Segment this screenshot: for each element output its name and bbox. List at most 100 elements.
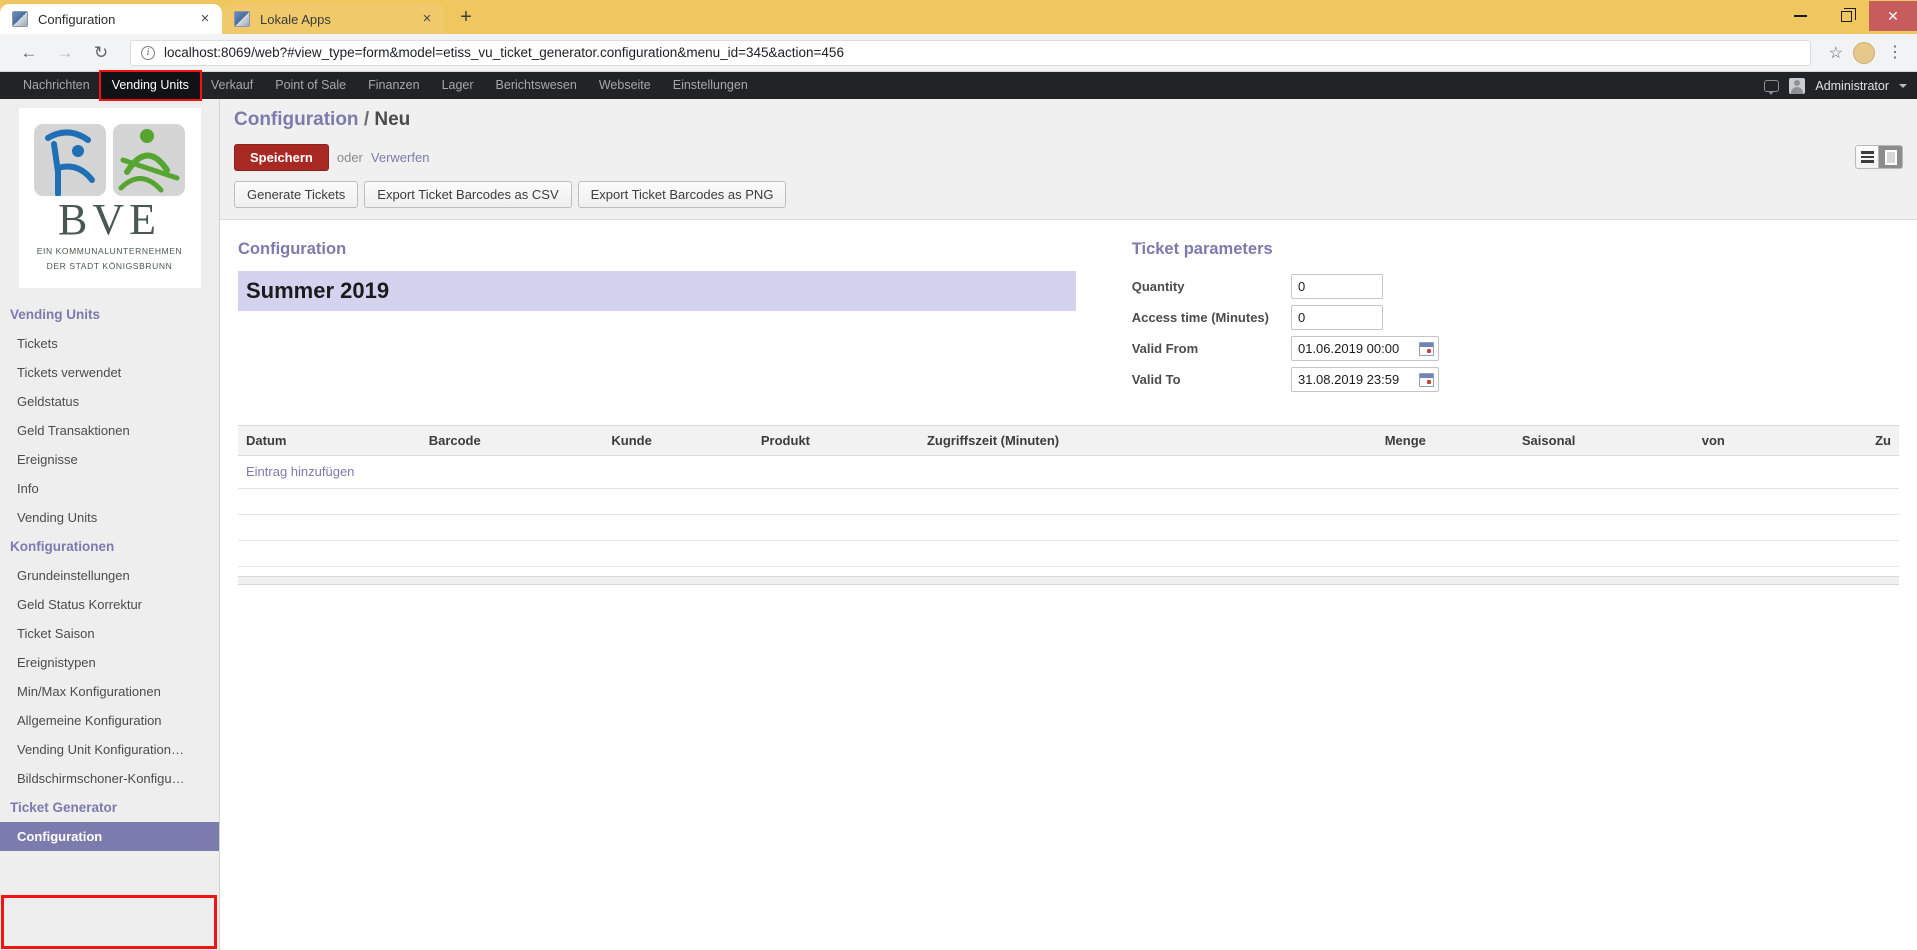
save-button[interactable]: Speichern	[234, 144, 329, 171]
tickets-table-body: Eintrag hinzufügen	[238, 455, 1899, 567]
column-header-zu[interactable]: Zu	[1732, 425, 1899, 456]
add-record-row[interactable]: Eintrag hinzufügen	[238, 455, 1899, 489]
profile-avatar-icon[interactable]	[1853, 41, 1875, 64]
label-quantity: Quantity	[1131, 279, 1185, 294]
sidebar-item-vending-units[interactable]: Vending Units	[0, 503, 219, 532]
list-icon	[1860, 151, 1874, 163]
maximize-button[interactable]	[1823, 0, 1869, 32]
configuration-section-title: Configuration	[238, 240, 347, 258]
minimize-button[interactable]	[1777, 0, 1823, 32]
tickets-table-head: Datum Barcode Kunde Produkt Zugriffszeit…	[238, 425, 1899, 456]
topnav-item-lager[interactable]: Lager	[431, 72, 485, 99]
sidebar-item-bildschirmschoner-konfiguration[interactable]: Bildschirmschoner-Konfigu…	[0, 764, 219, 793]
sidebar-item-vending-unit-konfiguration[interactable]: Vending Unit Konfiguration…	[0, 735, 219, 764]
calendar-icon[interactable]	[1418, 341, 1434, 356]
browser-toolbar: ← → ↻ i localhost:8069/web?#view_type=fo…	[0, 34, 1917, 72]
messaging-icon[interactable]	[1764, 79, 1780, 95]
close-window-button[interactable]: ✕	[1869, 1, 1917, 31]
column-header-produkt[interactable]: Produkt	[752, 425, 919, 456]
label-valid-to: Valid To	[1131, 372, 1181, 387]
breadcrumb-root[interactable]: Configuration	[234, 109, 359, 130]
topnav-item-finanzen[interactable]: Finanzen	[357, 72, 430, 99]
topnav-item-nachrichten[interactable]: Nachrichten	[12, 72, 101, 99]
app-body: BVE EIN KOMMUNALUNTERNEHMEN DER STADT KÖ…	[0, 99, 1917, 950]
bookmark-star-icon[interactable]: ☆	[1829, 43, 1843, 63]
column-header-datum[interactable]: Datum	[238, 425, 421, 456]
column-header-menge[interactable]: Menge	[1267, 425, 1434, 456]
column-header-saisonal[interactable]: Saisonal	[1433, 425, 1584, 456]
topnav-item-vending-units[interactable]: Vending Units	[98, 70, 202, 101]
column-header-von[interactable]: von	[1583, 425, 1733, 456]
logo-tagline-line2: DER STADT KÖNIGSBRUNN	[46, 261, 173, 271]
app-top-navbar: Nachrichten Vending Units Verkauf Point …	[0, 70, 1917, 101]
topnav-item-einstellungen[interactable]: Einstellungen	[662, 72, 759, 99]
sidebar-item-min-max-konfigurationen[interactable]: Min/Max Konfigurationen	[0, 677, 219, 706]
field-row-valid-to: Valid To	[1132, 364, 1439, 395]
access-time-input[interactable]	[1290, 305, 1383, 330]
field-row-access-time: Access time (Minutes)	[1132, 302, 1439, 333]
breadcrumb-separator: /	[363, 109, 370, 130]
tab-close-icon[interactable]: ×	[196, 10, 214, 28]
sidebar-item-tickets[interactable]: Tickets	[0, 329, 219, 358]
sidebar-item-geld-status-korrektur[interactable]: Geld Status Korrektur	[0, 590, 219, 619]
valid-to-input[interactable]	[1290, 367, 1439, 392]
main-content: Configuration / Neu Speichern oder Verwe…	[220, 99, 1917, 950]
discard-button[interactable]: Verwerfen	[371, 150, 430, 165]
site-info-icon[interactable]: i	[141, 45, 155, 60]
chevron-down-icon[interactable]	[1899, 83, 1907, 88]
sidebar-item-geld-transaktionen[interactable]: Geld Transaktionen	[0, 416, 219, 445]
column-header-zugriffszeit[interactable]: Zugriffszeit (Minuten)	[918, 425, 1268, 456]
sidebar-item-geldstatus[interactable]: Geldstatus	[0, 387, 219, 416]
forward-button[interactable]: →	[50, 38, 80, 68]
breadcrumb: Configuration / Neu	[234, 109, 1903, 131]
topnav-item-verkauf[interactable]: Verkauf	[200, 72, 264, 99]
export-barcodes-png-button[interactable]: Export Ticket Barcodes as PNG	[577, 181, 787, 208]
sidebar-item-tickets-verwendet[interactable]: Tickets verwendet	[0, 358, 219, 387]
valid-to-field	[1290, 367, 1439, 392]
add-record-link[interactable]: Eintrag hinzufügen	[246, 464, 354, 479]
sidebar-item-allgemeine-konfiguration[interactable]: Allgemeine Konfiguration	[0, 706, 219, 735]
sidebar-item-info[interactable]: Info	[0, 474, 219, 503]
sidebar-item-configuration[interactable]: Configuration	[0, 822, 219, 851]
sidebar-item-ereignistypen[interactable]: Ereignistypen	[0, 648, 219, 677]
table-row	[238, 488, 1899, 515]
or-label: oder	[336, 150, 363, 165]
column-header-barcode[interactable]: Barcode	[420, 425, 604, 456]
ticket-parameters-table: Quantity Access time (Minutes)	[1132, 271, 1439, 395]
sidebar-item-grundeinstellungen[interactable]: Grundeinstellungen	[0, 561, 219, 590]
ticket-parameters-section-title: Ticket parameters	[1131, 240, 1273, 258]
valid-from-input[interactable]	[1290, 336, 1439, 361]
tab-title: Configuration	[38, 11, 116, 27]
runner-figure-svg	[45, 129, 95, 198]
quantity-input[interactable]	[1290, 274, 1383, 299]
browser-menu-icon[interactable]: ⋮	[1887, 44, 1903, 60]
generate-tickets-button[interactable]: Generate Tickets	[234, 181, 359, 208]
sidebar-section-konfigurationen: Konfigurationen	[10, 539, 115, 554]
form-sheet-wrapper: Configuration Ticket parameters Quantity	[220, 220, 1917, 950]
list-view-button[interactable]	[1855, 145, 1879, 169]
topnav-item-berichtswesen[interactable]: Berichtswesen	[485, 72, 588, 99]
user-menu-label[interactable]: Administrator	[1815, 79, 1889, 93]
form-view-button[interactable]	[1879, 145, 1903, 169]
address-bar[interactable]: i localhost:8069/web?#view_type=form&mod…	[130, 39, 1811, 66]
back-button[interactable]: ←	[14, 38, 44, 68]
export-barcodes-csv-button[interactable]: Export Ticket Barcodes as CSV	[364, 181, 572, 208]
label-valid-from: Valid From	[1131, 341, 1199, 356]
browser-tab-lokale-apps[interactable]: Lokale Apps ×	[222, 4, 444, 34]
sidebar-item-ereignisse[interactable]: Ereignisse	[0, 445, 219, 474]
sidebar-item-ticket-saison[interactable]: Ticket Saison	[0, 619, 219, 648]
calendar-icon[interactable]	[1418, 372, 1434, 387]
column-header-kunde[interactable]: Kunde	[603, 425, 753, 456]
topnav-right-group: Administrator	[1764, 72, 1907, 99]
browser-tab-configuration[interactable]: Configuration ×	[0, 4, 222, 34]
topnav-item-webseite[interactable]: Webseite	[588, 72, 662, 99]
field-row-quantity: Quantity	[1132, 271, 1439, 302]
browser-tabstrip: Configuration × Lokale Apps × + ✕	[0, 0, 1917, 34]
topnav-item-point-of-sale[interactable]: Point of Sale	[264, 72, 357, 99]
tickets-table-header-row: Datum Barcode Kunde Produkt Zugriffszeit…	[238, 425, 1899, 456]
new-tab-button[interactable]: +	[452, 4, 480, 32]
user-avatar[interactable]	[1789, 77, 1806, 94]
reload-button[interactable]: ↻	[86, 38, 116, 68]
tab-close-icon[interactable]: ×	[418, 10, 436, 28]
configuration-name-input[interactable]	[238, 271, 1076, 311]
